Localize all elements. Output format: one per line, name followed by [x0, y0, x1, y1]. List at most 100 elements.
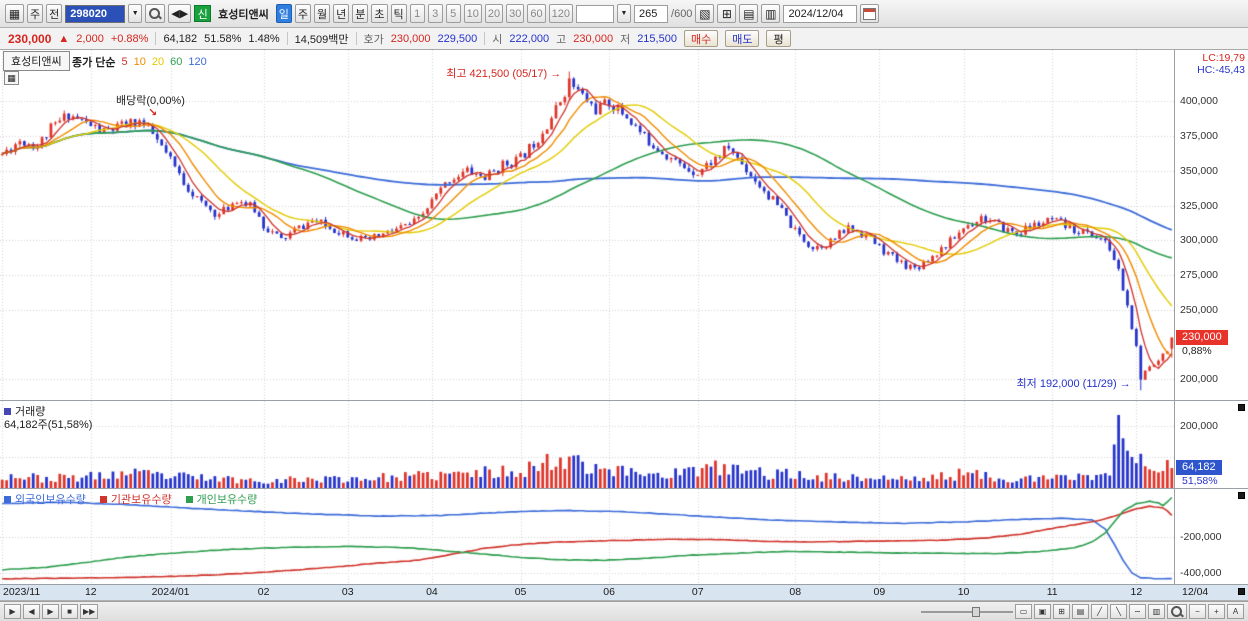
- tool-panel-icon[interactable]: ▤: [1072, 604, 1089, 619]
- institution-legend-label: 기관보유수량: [110, 494, 172, 506]
- bottom-toolbar: ▶ ◀ ▶ ■ ▶▶ ▭ ▣ ⊞ ▤ ╱ ╲ ∼ ▥ − + A: [0, 601, 1248, 621]
- top-toolbar: ▦ 주 전 298020 ▼ ◀▶ 신 효성티앤씨 일 주 월 년 분 초 틱 …: [0, 0, 1248, 28]
- foreign-legend-label: 외국인보유수량: [15, 494, 86, 506]
- price-panel: 효성티앤씨 ▦ 종가 단순 5 10 20 60 120 배당락(0,00%) …: [0, 50, 1174, 400]
- stop-button[interactable]: ■: [61, 604, 78, 619]
- tool-pattern-icon[interactable]: ▥: [1148, 604, 1165, 619]
- interval-select[interactable]: [576, 4, 615, 23]
- annotation-low: 최저 192,000 (11/29) →: [1017, 375, 1131, 391]
- settings-icon[interactable]: ▥: [761, 4, 781, 23]
- dividend-arrow-icon: ↘: [148, 107, 158, 119]
- open-label: 시: [492, 33, 503, 46]
- volume-ratio: 51.58%: [204, 32, 242, 45]
- date-input[interactable]: 2024/12/04: [783, 4, 858, 23]
- period-year-button[interactable]: 년: [333, 4, 350, 23]
- expand-button[interactable]: ▶: [4, 604, 21, 619]
- scroll-right-button[interactable]: ▶: [42, 604, 59, 619]
- interval-1-button[interactable]: 1: [409, 4, 425, 23]
- price-change: 2,000: [76, 32, 104, 45]
- calendar-button[interactable]: [860, 4, 880, 23]
- scrollbar-track[interactable]: [921, 610, 1013, 613]
- volume-chart-canvas[interactable]: [0, 401, 1174, 488]
- scroll-left-button[interactable]: ◀: [23, 604, 40, 619]
- separator: [286, 32, 288, 45]
- week-left-button[interactable]: 주: [27, 4, 44, 23]
- bar-total-label: /600: [671, 7, 693, 20]
- zoom-out-button[interactable]: −: [1189, 604, 1206, 619]
- x-axis-label: 06: [603, 586, 615, 598]
- code-dropdown-arrow[interactable]: ▼: [128, 4, 143, 23]
- interval-3-button[interactable]: 3: [427, 4, 443, 23]
- stock-code-input[interactable]: 298020: [65, 4, 126, 23]
- unit-tick-button[interactable]: 틱: [390, 4, 407, 23]
- x-axis-label: 04: [426, 586, 438, 598]
- chart-area: 효성티앤씨 ▦ 종가 단순 5 10 20 60 120 배당락(0,00%) …: [0, 50, 1248, 601]
- bar-count-input[interactable]: 265: [634, 4, 669, 23]
- price-change-pct: +0.88%: [110, 32, 149, 45]
- compare-chart-icon[interactable]: ▧: [695, 4, 715, 23]
- period-month-button[interactable]: 월: [314, 4, 331, 23]
- hoga-label: 호가: [363, 33, 384, 46]
- turnover-ratio: 1.48%: [248, 32, 280, 45]
- ask-price: 230,000: [390, 32, 431, 45]
- jun-button[interactable]: 전: [46, 4, 63, 23]
- high-arrow-icon: →: [550, 67, 562, 80]
- interval-30-button[interactable]: 30: [506, 4, 525, 23]
- window-grid-icon[interactable]: ▦: [4, 71, 19, 85]
- period-week-button[interactable]: 주: [294, 4, 312, 23]
- chart-scrollbar[interactable]: [921, 605, 1013, 619]
- unit-second-button[interactable]: 초: [371, 4, 388, 23]
- auto-scale-button[interactable]: A: [1227, 604, 1244, 619]
- ma10-label: 10: [133, 56, 146, 68]
- ma5-label: 5: [121, 56, 128, 68]
- tool-grid-icon[interactable]: ⊞: [1053, 604, 1070, 619]
- y-axis-label: 300,000: [1180, 234, 1218, 247]
- chart-tab[interactable]: 효성티앤씨: [3, 51, 70, 71]
- x-axis-label: 07: [691, 586, 704, 598]
- ma60-label: 60: [170, 56, 183, 68]
- panel-divider[interactable]: [0, 488, 1248, 489]
- interval-10-button[interactable]: 10: [463, 4, 482, 23]
- save-chart-icon[interactable]: ▤: [739, 4, 759, 23]
- sell-button[interactable]: 매도: [725, 30, 760, 47]
- volume-panel-resize-button[interactable]: [1238, 404, 1245, 411]
- scrollbar-handle[interactable]: [971, 606, 980, 617]
- current-price: 230,000: [8, 31, 52, 46]
- tool-rect-icon[interactable]: ▭: [1015, 604, 1032, 619]
- interval-5-button[interactable]: 5: [445, 4, 461, 23]
- zoom-search-button[interactable]: [1167, 604, 1187, 619]
- interval-60-button[interactable]: 60: [527, 4, 546, 23]
- separator: [355, 32, 357, 45]
- volume-marker-icon: [4, 407, 11, 415]
- split-screen-icon[interactable]: ⊞: [717, 4, 737, 23]
- period-day-button[interactable]: 일: [275, 4, 292, 23]
- interval-20-button[interactable]: 20: [484, 4, 504, 23]
- institution-marker-icon: [99, 495, 107, 503]
- search-button[interactable]: [145, 4, 166, 23]
- interval-select-arrow[interactable]: ▼: [617, 4, 632, 23]
- avg-button[interactable]: 평: [766, 30, 791, 47]
- panel-divider[interactable]: [0, 400, 1248, 401]
- individual-legend-label: 개인보유수량: [196, 494, 258, 506]
- zoom-in-button[interactable]: +: [1208, 604, 1225, 619]
- tool-wave-icon[interactable]: ∼: [1129, 604, 1146, 619]
- holdings-panel-resize-button[interactable]: [1238, 492, 1245, 499]
- high-label: 고: [556, 33, 567, 46]
- buy-button[interactable]: 매수: [683, 30, 719, 47]
- separator: [155, 32, 157, 45]
- unit-minute-button[interactable]: 분: [352, 4, 369, 23]
- fast-forward-button[interactable]: ▶▶: [80, 604, 99, 619]
- axis-panel-button[interactable]: [1238, 588, 1245, 595]
- prev-next-stock-button[interactable]: ◀▶: [168, 4, 192, 23]
- tool-downline-icon[interactable]: ╲: [1110, 604, 1127, 619]
- chart-window: ▦ 주 전 298020 ▼ ◀▶ 신 효성티앤씨 일 주 월 년 분 초 틱 …: [0, 0, 1248, 621]
- x-axis: 12/04 2023/11 12 2024/01 02 03 04 05 06 07 08 09 10…: [0, 585, 1248, 601]
- ma-legend-prefix: 종가 단순: [72, 57, 116, 69]
- interval-120-button[interactable]: 120: [548, 4, 574, 23]
- tool-window-icon[interactable]: ▣: [1034, 604, 1051, 619]
- axis-divider: [1174, 50, 1175, 585]
- current-price-badge: 230,000: [1176, 329, 1228, 345]
- tool-trendline-icon[interactable]: ╱: [1091, 604, 1108, 619]
- chart-type-icon[interactable]: ▦: [5, 4, 24, 23]
- x-axis-end-date: 12/04: [1182, 586, 1209, 598]
